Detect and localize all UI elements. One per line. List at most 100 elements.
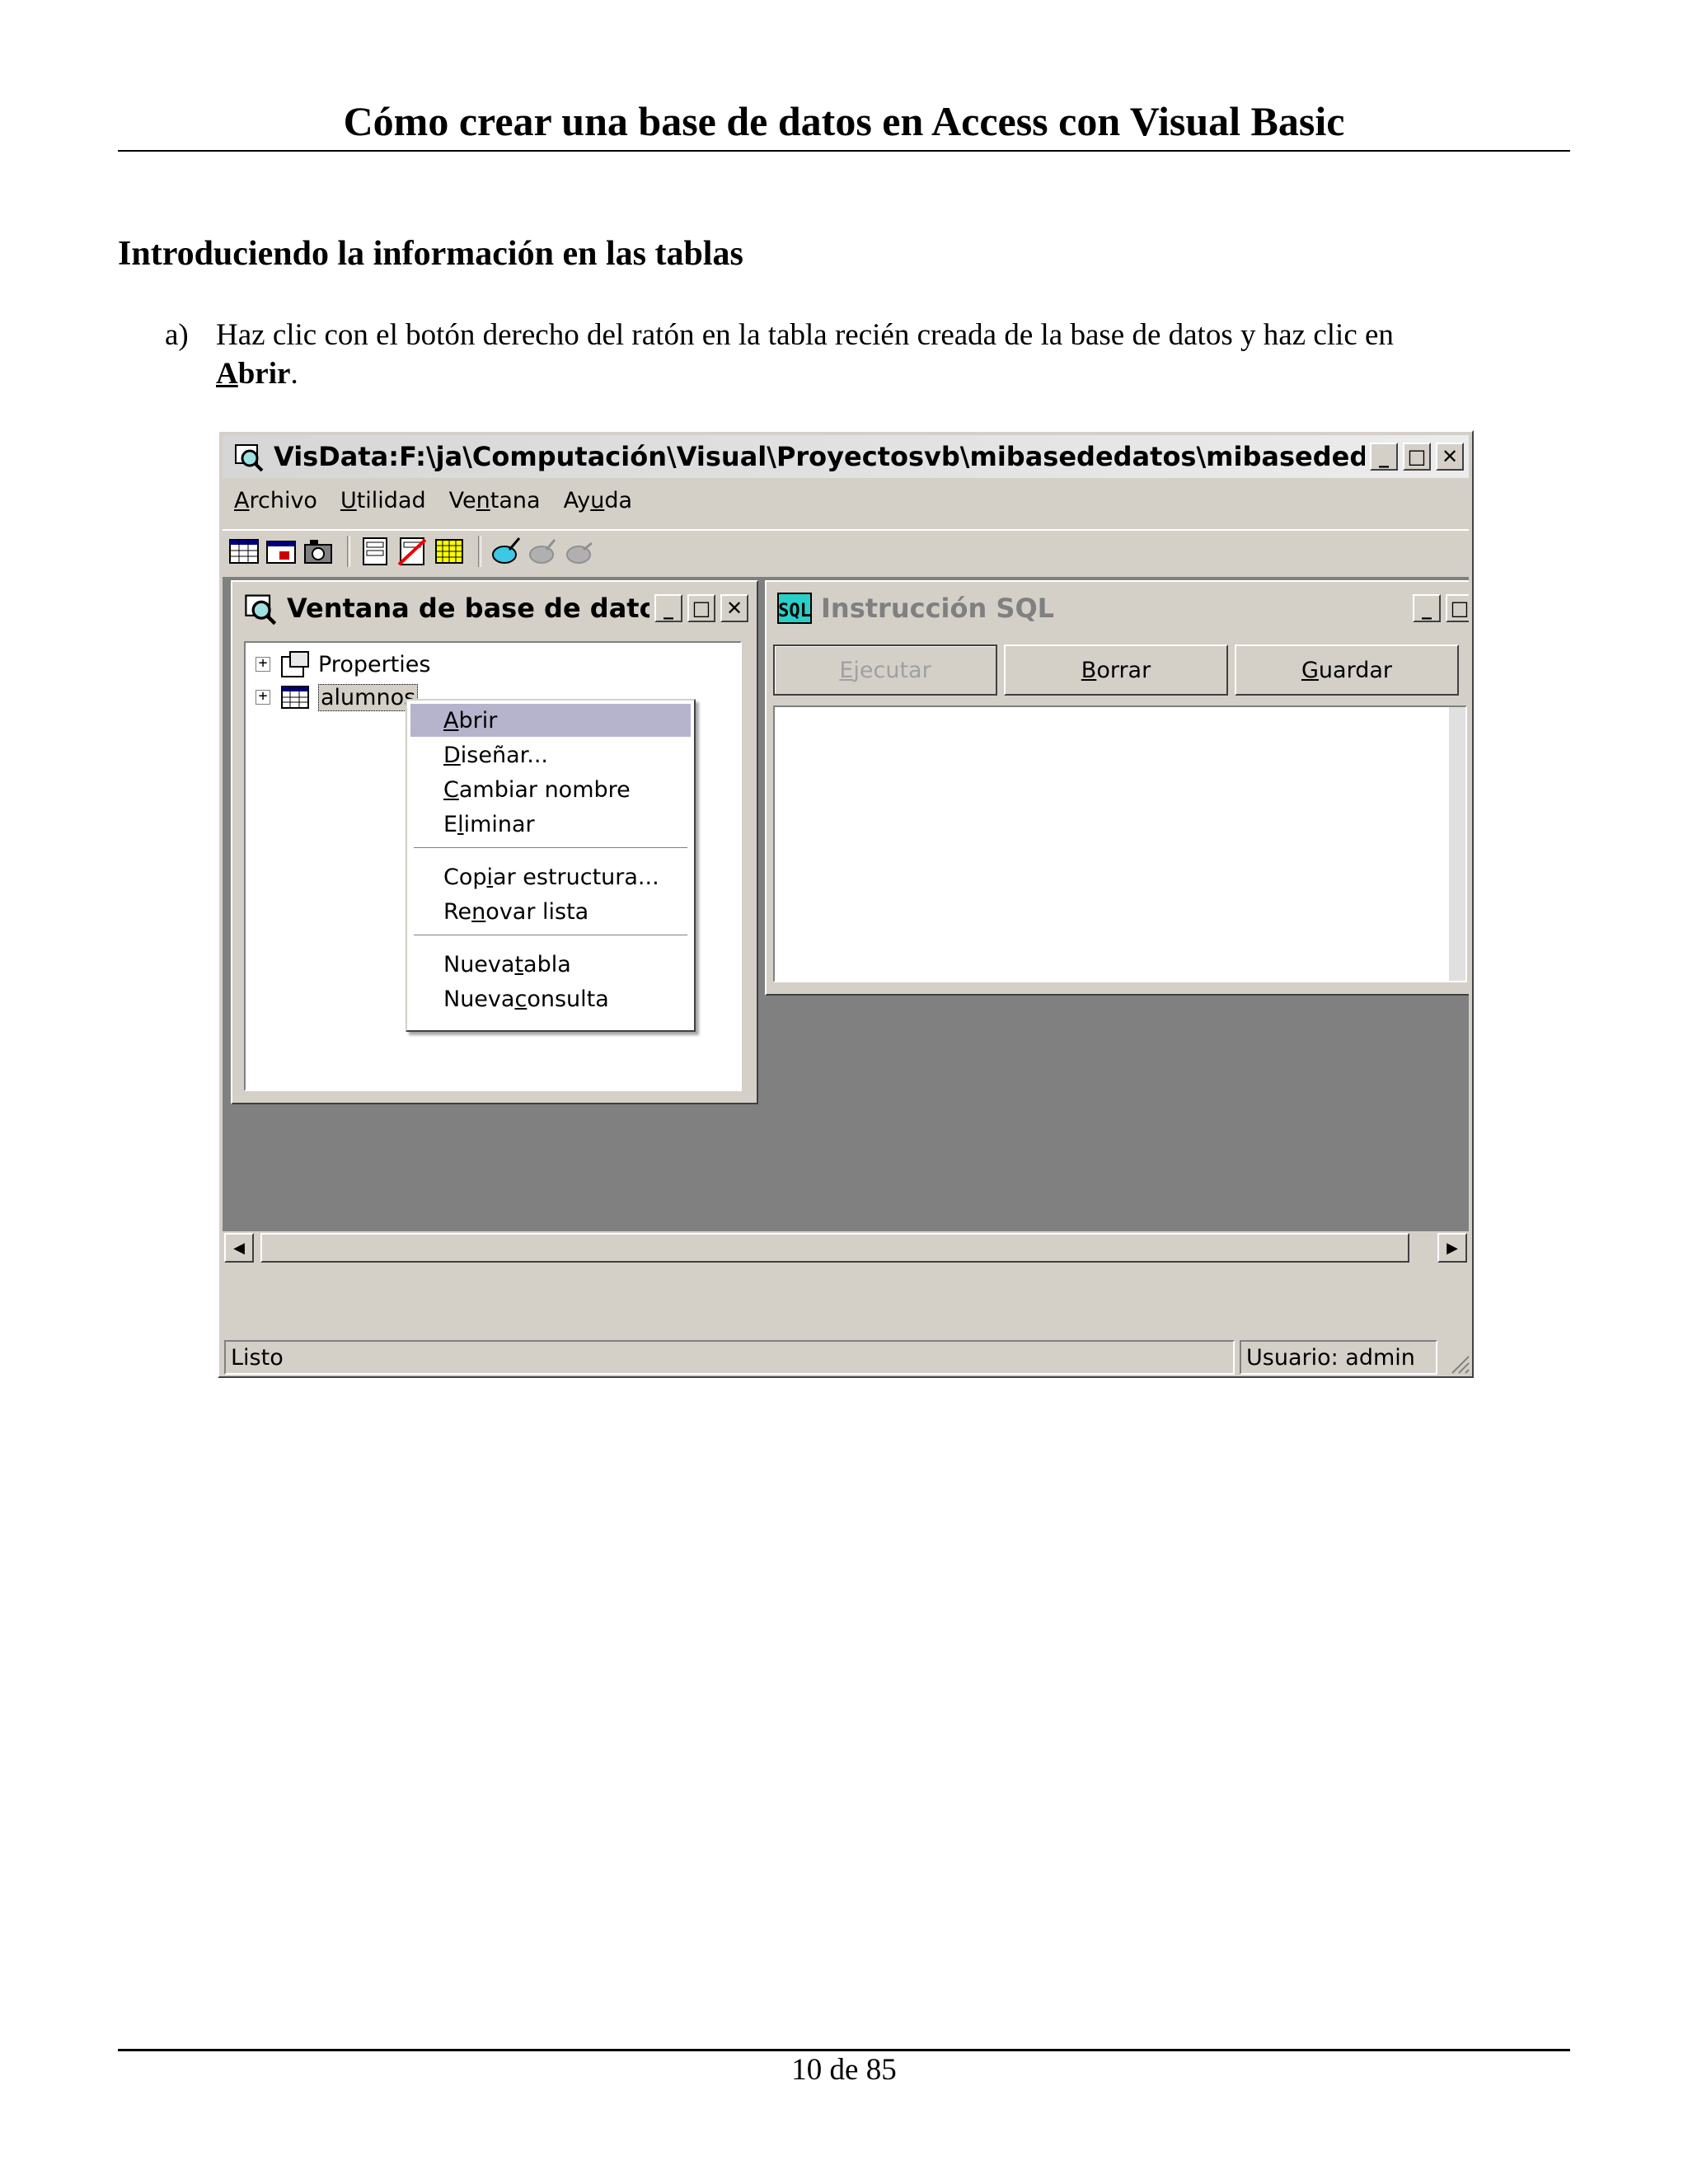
ejecutar-button[interactable]: Ejecutar <box>773 644 997 696</box>
svg-text:SQL: SQL <box>778 601 811 621</box>
menu-ayuda[interactable]: Ayuda <box>564 488 632 513</box>
sql-maximize-button[interactable]: □ <box>1446 594 1469 622</box>
scroll-left-icon[interactable]: ◀ <box>224 1233 254 1263</box>
db-minimize-button[interactable]: _ <box>654 594 682 622</box>
rollback-icon[interactable] <box>564 535 597 568</box>
page-header: Cómo crear una base de datos en Access c… <box>343 98 1345 144</box>
sql-window: SQL Instrucción SQL _ □ Ejecutar Borrar … <box>765 580 1469 996</box>
ctx-consulta-key: c <box>514 986 528 1012</box>
database-search-icon <box>245 594 277 626</box>
step-emph-rest: brir <box>237 357 291 391</box>
database-window-title: Ventana de base de datos <box>287 593 649 624</box>
toolbar <box>223 529 1469 572</box>
title-bar[interactable]: VisData:F:\ja\Computación\Visual\Proyect… <box>223 435 1469 478</box>
guardar-rest: uardar <box>1318 657 1392 683</box>
resize-grip-icon[interactable] <box>1447 1352 1470 1375</box>
expand-icon[interactable]: + <box>256 689 270 705</box>
tree-item-properties[interactable]: + Properties <box>256 649 430 679</box>
ctx-renovar-pre: Re <box>443 898 472 925</box>
section-title: Introduciendo la información en las tabl… <box>118 235 743 273</box>
context-item-eliminar[interactable]: El iminar <box>410 808 691 841</box>
begin-transaction-icon[interactable] <box>490 535 523 568</box>
menu-bar: Archivo Utilidad Ventana Ayuda <box>223 481 1469 519</box>
menu-archivo-rest: rchivo <box>249 487 317 513</box>
window-title: VisData:F:\ja\Computación\Visual\Proyect… <box>274 441 1365 472</box>
menu-utilidad-rest: tilidad <box>356 487 426 513</box>
ctx-abrir-rest: brir <box>458 707 498 733</box>
db-maximize-button[interactable]: □ <box>687 594 715 622</box>
ctx-eliminar-key: l <box>457 811 464 837</box>
menu-ventana-rest: tana <box>490 487 541 513</box>
step-text: Haz clic con el botón derecho del ratón … <box>216 316 1517 393</box>
guardar-button[interactable]: Guardar <box>1235 644 1459 696</box>
menu-ayuda-pre: Ay <box>563 487 591 513</box>
tree-label-alumnos: alumnos <box>318 683 419 711</box>
status-text: Listo <box>224 1340 1235 1375</box>
step-marker: a) <box>165 318 189 352</box>
step-emph-first: A <box>216 357 238 391</box>
header-rule <box>118 150 1570 152</box>
db-close-button[interactable]: ✕ <box>720 594 748 622</box>
commit-icon[interactable] <box>527 535 560 568</box>
ctx-tabla-rest: abla <box>523 951 571 977</box>
sql-textarea[interactable] <box>773 705 1467 982</box>
database-window-title-bar[interactable]: Ventana de base de datos _ □ ✕ <box>236 585 753 631</box>
context-item-nueva-tabla[interactable]: Nueva t abla <box>410 948 691 981</box>
snapshot-type-icon[interactable] <box>302 535 335 568</box>
ctx-tabla-key: t <box>514 951 524 977</box>
minimize-button[interactable]: _ <box>1370 443 1398 471</box>
sql-vertical-scrollbar[interactable] <box>1449 707 1465 981</box>
ctx-eliminar-pre: E <box>443 811 458 837</box>
context-item-nueva-consulta[interactable]: Nueva c onsulta <box>410 982 691 1015</box>
context-item-cambiar-nombre[interactable]: Cambiar nombre <box>410 773 691 806</box>
footer-rule <box>118 2049 1570 2051</box>
context-menu: Abrir Diseñar... Cambiar nombre El iminar… <box>406 699 696 1032</box>
dynaset-type-icon[interactable] <box>265 535 298 568</box>
context-item-disenar[interactable]: Diseñar... <box>410 738 691 771</box>
ctx-consulta-rest: onsulta <box>527 986 609 1012</box>
menu-ventana-key: n <box>476 487 490 513</box>
status-user: Usuario: admin <box>1240 1340 1437 1375</box>
form-datacontrol-icon[interactable] <box>359 535 392 568</box>
scroll-thumb[interactable] <box>260 1233 1409 1263</box>
context-separator-2 <box>414 935 687 936</box>
ejecutar-key: E <box>839 657 854 683</box>
ctx-tabla-pre: Nueva <box>443 951 515 977</box>
menu-archivo-key: A <box>234 487 250 513</box>
ctx-renovar-key: n <box>471 898 486 925</box>
close-button[interactable]: ✕ <box>1436 443 1464 471</box>
table-grid-icon <box>281 686 309 709</box>
menu-ventana-pre: Ve <box>448 487 476 513</box>
guardar-key: G <box>1301 657 1319 683</box>
menu-archivo[interactable]: Archivo <box>234 488 317 513</box>
ejecutar-rest: jecutar <box>853 657 931 683</box>
menu-utilidad[interactable]: Utilidad <box>340 488 426 513</box>
context-item-abrir[interactable]: Abrir <box>410 704 691 737</box>
borrar-rest: orrar <box>1096 657 1151 683</box>
context-item-copiar-estructura[interactable]: Cop i ar estructura... <box>410 860 691 893</box>
context-item-renovar-lista[interactable]: Re n ovar lista <box>410 895 691 928</box>
tree-item-alumnos[interactable]: + alumnos <box>256 682 419 712</box>
ctx-cambiar-rest: ambiar nombre <box>458 776 631 803</box>
sql-window-title-bar[interactable]: SQL Instrucción SQL _ □ <box>770 585 1469 631</box>
scroll-right-icon[interactable]: ▶ <box>1437 1233 1467 1263</box>
form-no-datacontrol-icon[interactable] <box>396 535 429 568</box>
toolbar-separator-2 <box>478 536 481 567</box>
borrar-button[interactable]: Borrar <box>1004 644 1228 696</box>
maximize-button[interactable]: □ <box>1403 443 1431 471</box>
menu-ventana[interactable]: Ventana <box>449 488 541 513</box>
step-end: . <box>290 357 298 391</box>
menu-ayuda-key: u <box>590 487 605 513</box>
ctx-consulta-pre: Nueva <box>443 986 515 1012</box>
sql-minimize-button[interactable]: _ <box>1413 594 1441 622</box>
menu-ayuda-rest: da <box>604 487 632 513</box>
borrar-key: B <box>1081 657 1097 683</box>
ctx-disenar-key: D <box>443 742 461 768</box>
horizontal-scrollbar[interactable]: ◀ ▶ <box>224 1233 1467 1264</box>
step-emph: Abrir <box>216 357 290 391</box>
sql-icon: SQL <box>777 593 812 624</box>
table-type-icon[interactable] <box>227 535 260 568</box>
sql-button-row: Ejecutar Borrar Guardar <box>773 644 1469 697</box>
expand-icon[interactable]: + <box>256 656 270 672</box>
grid-icon[interactable] <box>433 535 466 568</box>
